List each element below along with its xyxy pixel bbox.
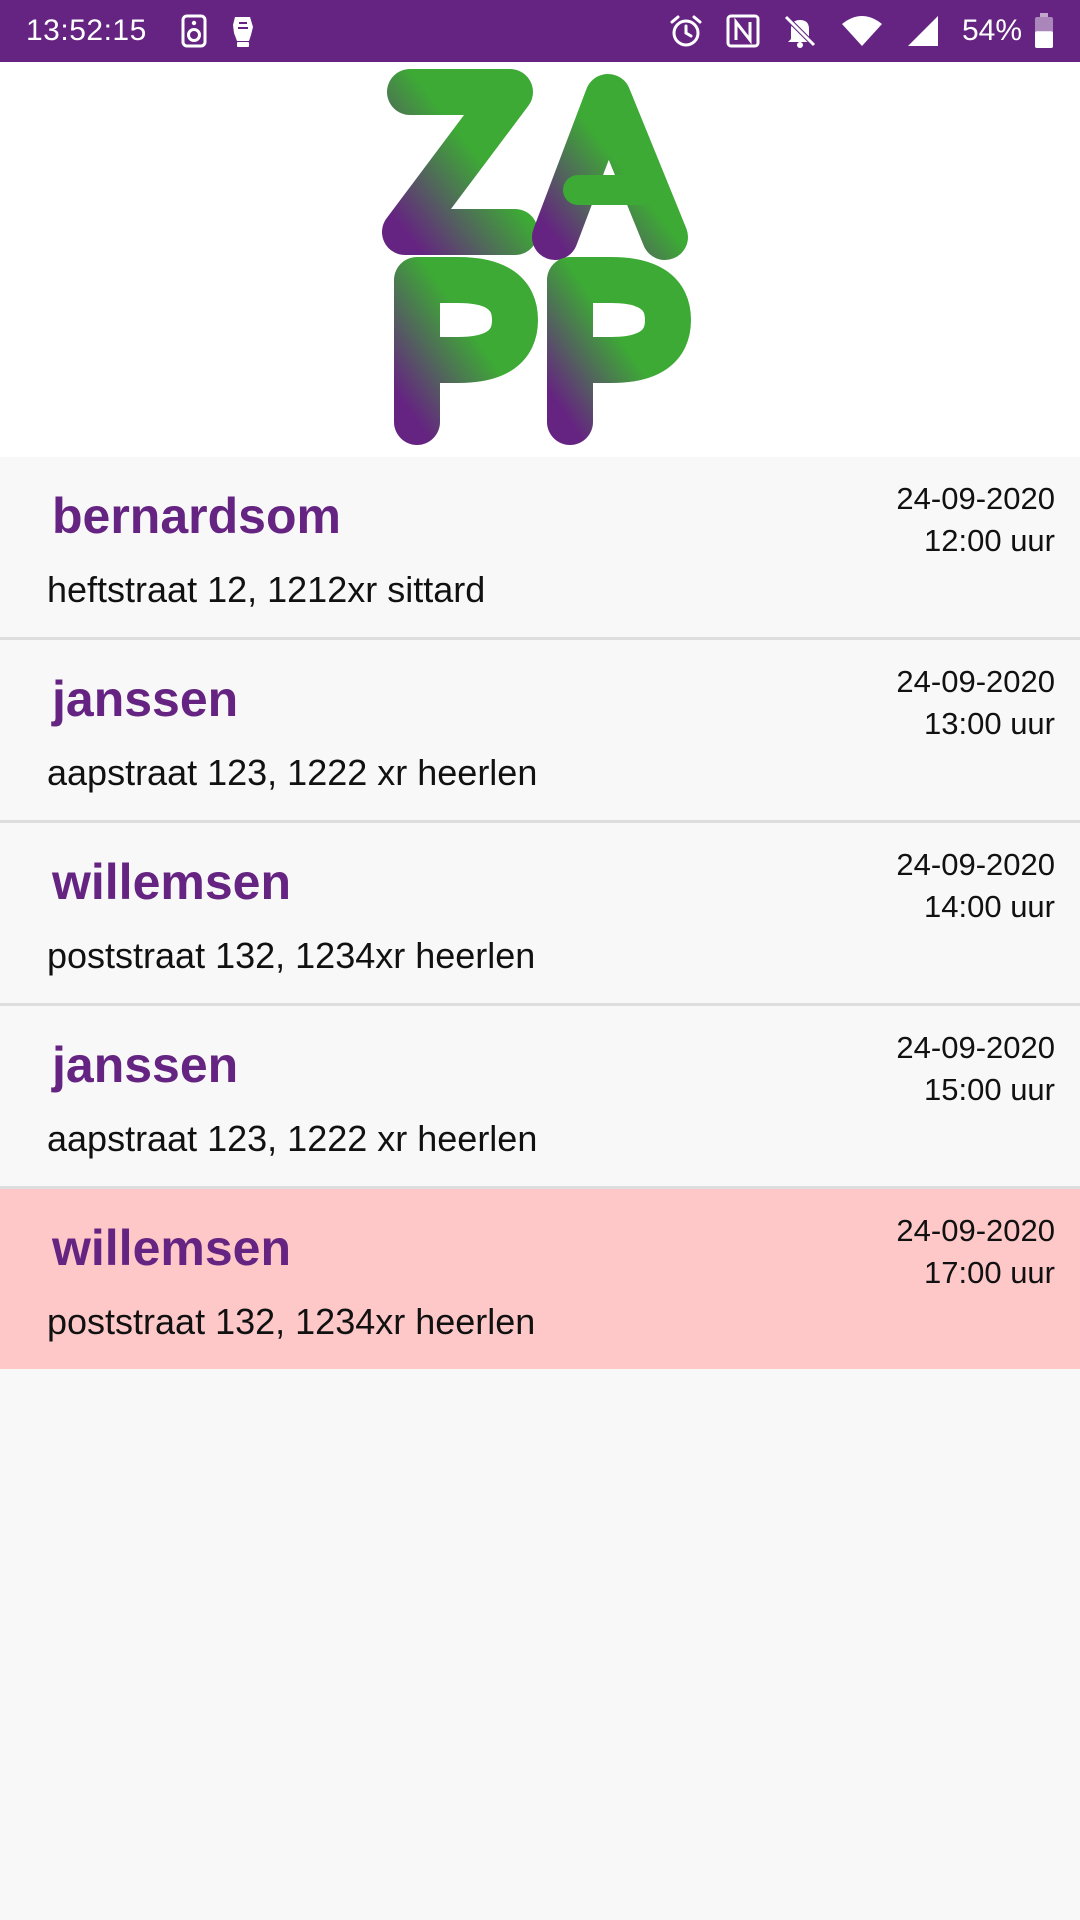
appointment-date: 24-09-2020 <box>896 664 1055 699</box>
battery-icon <box>1034 13 1054 49</box>
appointment-name: janssen <box>52 671 239 727</box>
appointment-time: 14:00 uur <box>924 889 1055 924</box>
appointment-list: bernardsom 24-09-2020 12:00 uur heftstraat … <box>0 457 1080 1369</box>
battery-percent: 54% <box>961 14 1022 47</box>
appointment-address: aapstraat 123, 1222 xr heerlen <box>47 1118 538 1159</box>
appointment-time: 17:00 uur <box>924 1255 1055 1290</box>
appointment-item[interactable]: willemsen 24-09-2020 14:00 uur poststraat 1… <box>0 823 1080 1006</box>
wifi-icon <box>840 14 884 48</box>
logo-area <box>0 62 1080 457</box>
alarm-icon <box>668 13 704 49</box>
appointment-address: poststraat 132, 1234xr heerlen <box>47 1301 536 1342</box>
status-bar-left: 13:52:15 <box>26 13 279 49</box>
appointment-time: 15:00 uur <box>924 1072 1055 1107</box>
appointment-item[interactable]: janssen 24-09-2020 15:00 uur aapstraat 123,… <box>0 1006 1080 1189</box>
appointment-date: 24-09-2020 <box>896 1030 1055 1065</box>
appointment-date: 24-09-2020 <box>896 481 1055 516</box>
appointment-name: janssen <box>52 1037 239 1093</box>
appointment-item[interactable]: janssen 24-09-2020 13:00 uur aapstraat 123,… <box>0 640 1080 823</box>
status-bar-right: 54% <box>668 13 1054 49</box>
status-bar: 13:52:15 54% <box>0 0 1080 62</box>
appointment-name: willemsen <box>52 854 291 910</box>
appointment-address: poststraat 132, 1234xr heerlen <box>47 935 536 976</box>
appointment-address: heftstraat 12, 1212xr sittard <box>47 569 486 610</box>
appointment-item[interactable]: bernardsom 24-09-2020 12:00 uur heftstraat … <box>0 457 1080 640</box>
appointment-item[interactable]: willemsen 24-09-2020 17:00 uur poststraat 1… <box>0 1189 1080 1369</box>
appointment-address: aapstraat 123, 1222 xr heerlen <box>47 752 538 793</box>
zapp-logo <box>382 69 691 445</box>
appointment-time: 13:00 uur <box>924 706 1055 741</box>
appointment-time: 12:00 uur <box>924 523 1055 558</box>
appointment-date: 24-09-2020 <box>896 1213 1055 1248</box>
signal-icon <box>906 14 940 48</box>
notification-hand-icon <box>229 13 257 49</box>
bell-muted-icon <box>782 13 818 49</box>
appointment-date: 24-09-2020 <box>896 847 1055 882</box>
appointment-name: willemsen <box>52 1220 291 1276</box>
appointment-name: bernardsom <box>52 488 341 544</box>
nfc-icon <box>726 14 760 48</box>
speaker-icon <box>181 14 207 48</box>
status-time: 13:52:15 <box>26 14 147 47</box>
